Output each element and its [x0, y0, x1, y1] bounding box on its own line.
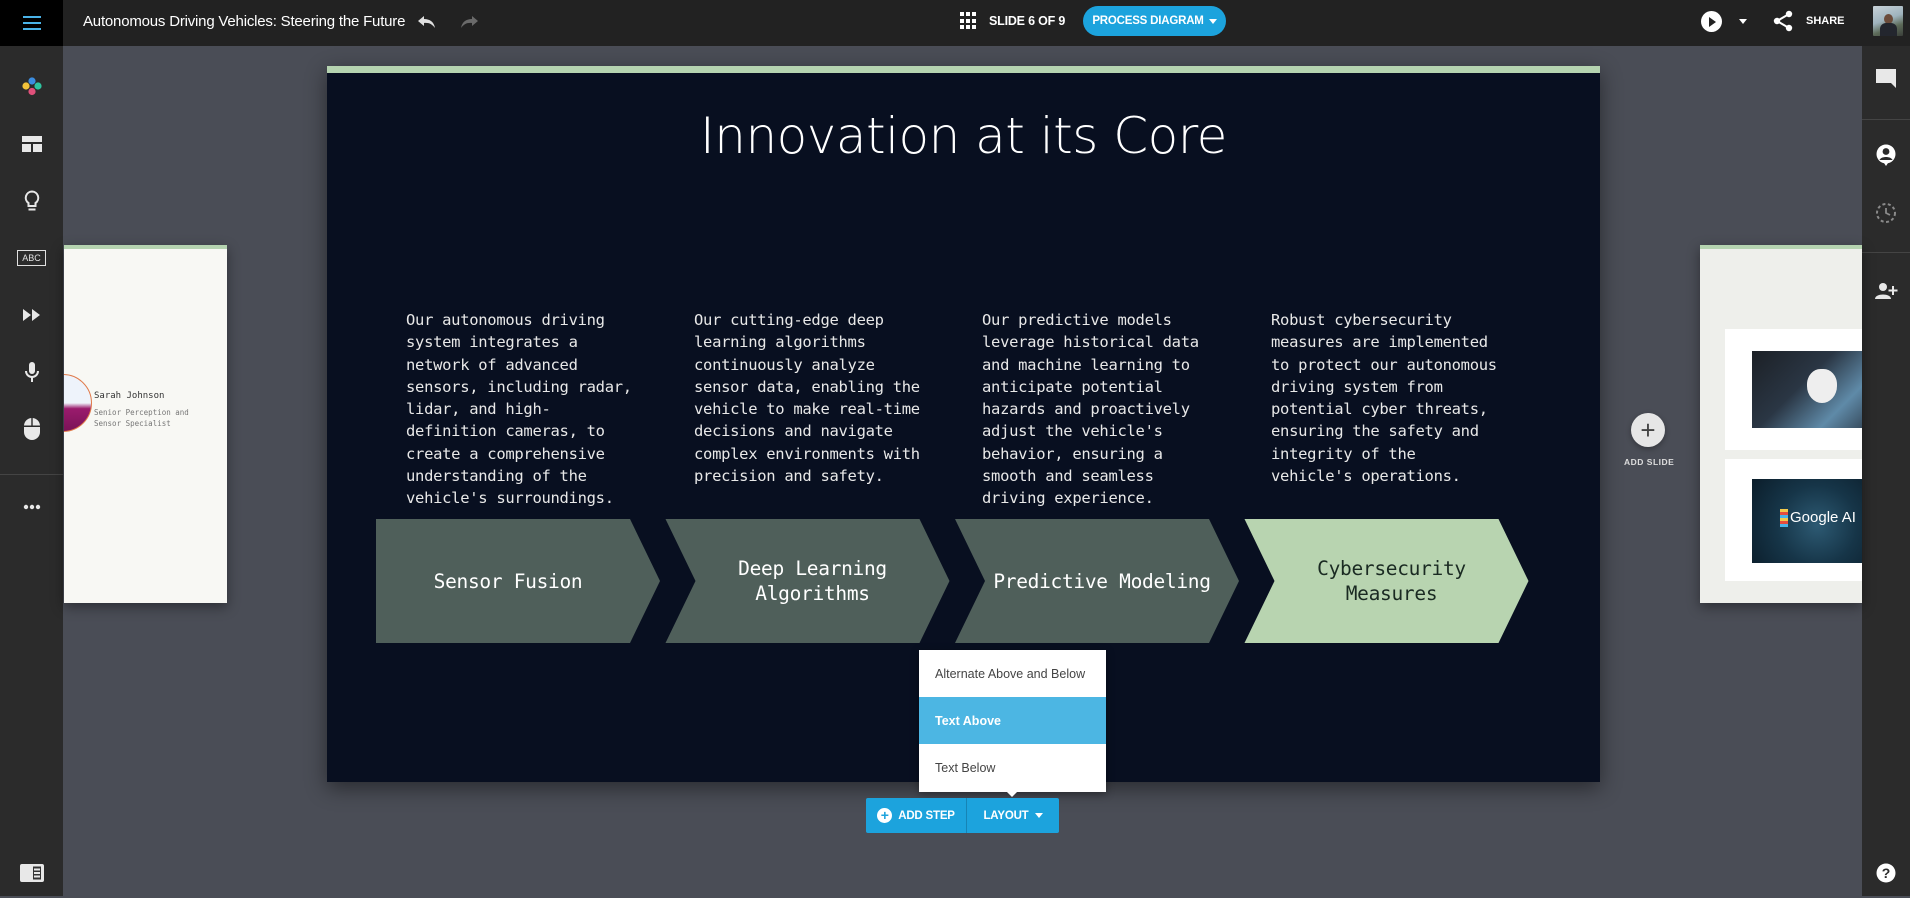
step-label[interactable]: Deep Learning Algorithms	[696, 519, 930, 643]
layout-option-alternate[interactable]: Alternate Above and Below	[919, 650, 1106, 697]
slide-type-label: PROCESS DIAGRAM	[1092, 15, 1204, 27]
google-ai-logo-icon	[1780, 509, 1788, 527]
undo-button[interactable]	[415, 11, 439, 33]
step-description[interactable]: Robust cybersecurity measures are implem…	[1271, 309, 1503, 487]
animation-button[interactable]	[0, 290, 63, 340]
history-icon	[1876, 203, 1896, 223]
next-slide-thumbnail[interactable]: Google AI	[1700, 245, 1862, 603]
chevron-down-icon	[1208, 18, 1217, 24]
step-description[interactable]: Our predictive models leverage historica…	[982, 309, 1214, 510]
share-icon[interactable]	[1772, 10, 1794, 37]
toolbar-divider	[1862, 252, 1910, 253]
present-button[interactable]	[1701, 11, 1722, 32]
google-ai-text: Google AI	[1790, 509, 1856, 526]
layout-option-text-above[interactable]: Text Above	[919, 697, 1106, 744]
person-photo	[64, 374, 92, 432]
step-toolbar: + ADD STEP LAYOUT	[866, 798, 1059, 833]
record-button[interactable]	[0, 347, 63, 397]
svg-text:?: ?	[1882, 865, 1891, 881]
mouse-icon	[23, 418, 40, 440]
apple-store-image	[1752, 351, 1862, 428]
document-title[interactable]: Autonomous Driving Vehicles: Steering th…	[83, 13, 405, 30]
user-avatar[interactable]	[1873, 6, 1903, 36]
right-toolbar: ?	[1862, 46, 1910, 896]
add-slide-button[interactable]: +	[1631, 413, 1665, 447]
undo-icon	[418, 16, 435, 28]
plus-circle-icon: +	[877, 808, 893, 823]
layout-dropdown-menu: Alternate Above and Below Text Above Tex…	[919, 650, 1106, 792]
step-description[interactable]: Our cutting-edge deep learning algorithm…	[694, 309, 926, 487]
top-bar: Autonomous Driving Vehicles: Steering th…	[0, 0, 1910, 46]
slide-grid-icon[interactable]	[960, 12, 978, 30]
help-button[interactable]: ?	[1862, 850, 1910, 896]
more-button[interactable]	[0, 482, 63, 532]
main-menu-button[interactable]	[0, 0, 63, 46]
person-role: Senior Perception and Sensor Specialist	[94, 408, 189, 428]
add-step-label: ADD STEP	[898, 809, 955, 822]
interaction-button[interactable]	[0, 404, 63, 454]
invite-user-button[interactable]	[1862, 268, 1910, 314]
account-button[interactable]	[1862, 132, 1910, 178]
google-ai-image: Google AI	[1752, 479, 1862, 563]
text-abc-icon: ABC	[17, 250, 46, 266]
step-description[interactable]: Our autonomous driving system integrates…	[406, 309, 638, 510]
comment-icon	[1876, 69, 1896, 88]
step-label[interactable]: Cybersecurity Measures	[1275, 519, 1509, 643]
palette-icon	[21, 77, 42, 96]
apple-logo-icon	[1807, 369, 1837, 403]
account-icon	[1876, 144, 1896, 166]
layout-button[interactable]: LAYOUT	[967, 798, 1059, 833]
image-card: Google AI	[1725, 459, 1862, 581]
redo-icon	[461, 16, 478, 28]
history-button[interactable]	[1862, 190, 1910, 236]
present-options-chevron-icon[interactable]	[1739, 19, 1747, 24]
layout-button[interactable]	[0, 119, 63, 169]
slide-type-dropdown[interactable]: PROCESS DIAGRAM	[1083, 6, 1226, 36]
microphone-icon	[24, 362, 39, 382]
hamburger-icon	[22, 16, 41, 30]
chevron-down-icon	[1034, 813, 1043, 818]
layout-option-text-below[interactable]: Text Below	[919, 744, 1106, 791]
text-button[interactable]: ABC	[0, 233, 63, 283]
theme-button[interactable]	[0, 62, 63, 112]
toolbar-divider	[1862, 119, 1910, 120]
image-card	[1725, 329, 1862, 450]
slide-title[interactable]: Innovation at its Core	[327, 107, 1600, 165]
comments-button[interactable]	[1862, 55, 1910, 101]
add-user-icon	[1875, 283, 1898, 299]
toolbar-divider	[0, 474, 63, 475]
slide-panel-toggle[interactable]	[0, 848, 63, 898]
ideas-button[interactable]	[0, 176, 63, 226]
previous-slide-thumbnail[interactable]: Sarah Johnson Senior Perception and Sens…	[64, 245, 227, 603]
panel-toggle-icon	[19, 864, 44, 882]
layout-label: LAYOUT	[983, 809, 1029, 822]
help-icon: ?	[1876, 863, 1896, 883]
plus-icon: +	[1640, 415, 1656, 445]
play-icon	[1709, 16, 1716, 27]
add-step-button[interactable]: + ADD STEP	[866, 798, 967, 833]
add-slide-label: ADD SLIDE	[1624, 457, 1675, 467]
more-icon	[23, 504, 40, 510]
slide-counter: SLIDE 6 OF 9	[989, 14, 1066, 28]
step-label[interactable]: Sensor Fusion	[376, 519, 640, 643]
layout-icon	[21, 136, 42, 152]
step-label[interactable]: Predictive Modeling	[985, 519, 1219, 643]
left-toolbar: ABC	[0, 46, 63, 896]
share-button[interactable]: SHARE	[1806, 15, 1845, 27]
animation-icon	[22, 309, 40, 321]
person-name: Sarah Johnson	[94, 391, 165, 401]
dropdown-pointer	[1006, 791, 1018, 797]
redo-button[interactable]	[457, 11, 481, 33]
lightbulb-icon	[24, 190, 39, 211]
